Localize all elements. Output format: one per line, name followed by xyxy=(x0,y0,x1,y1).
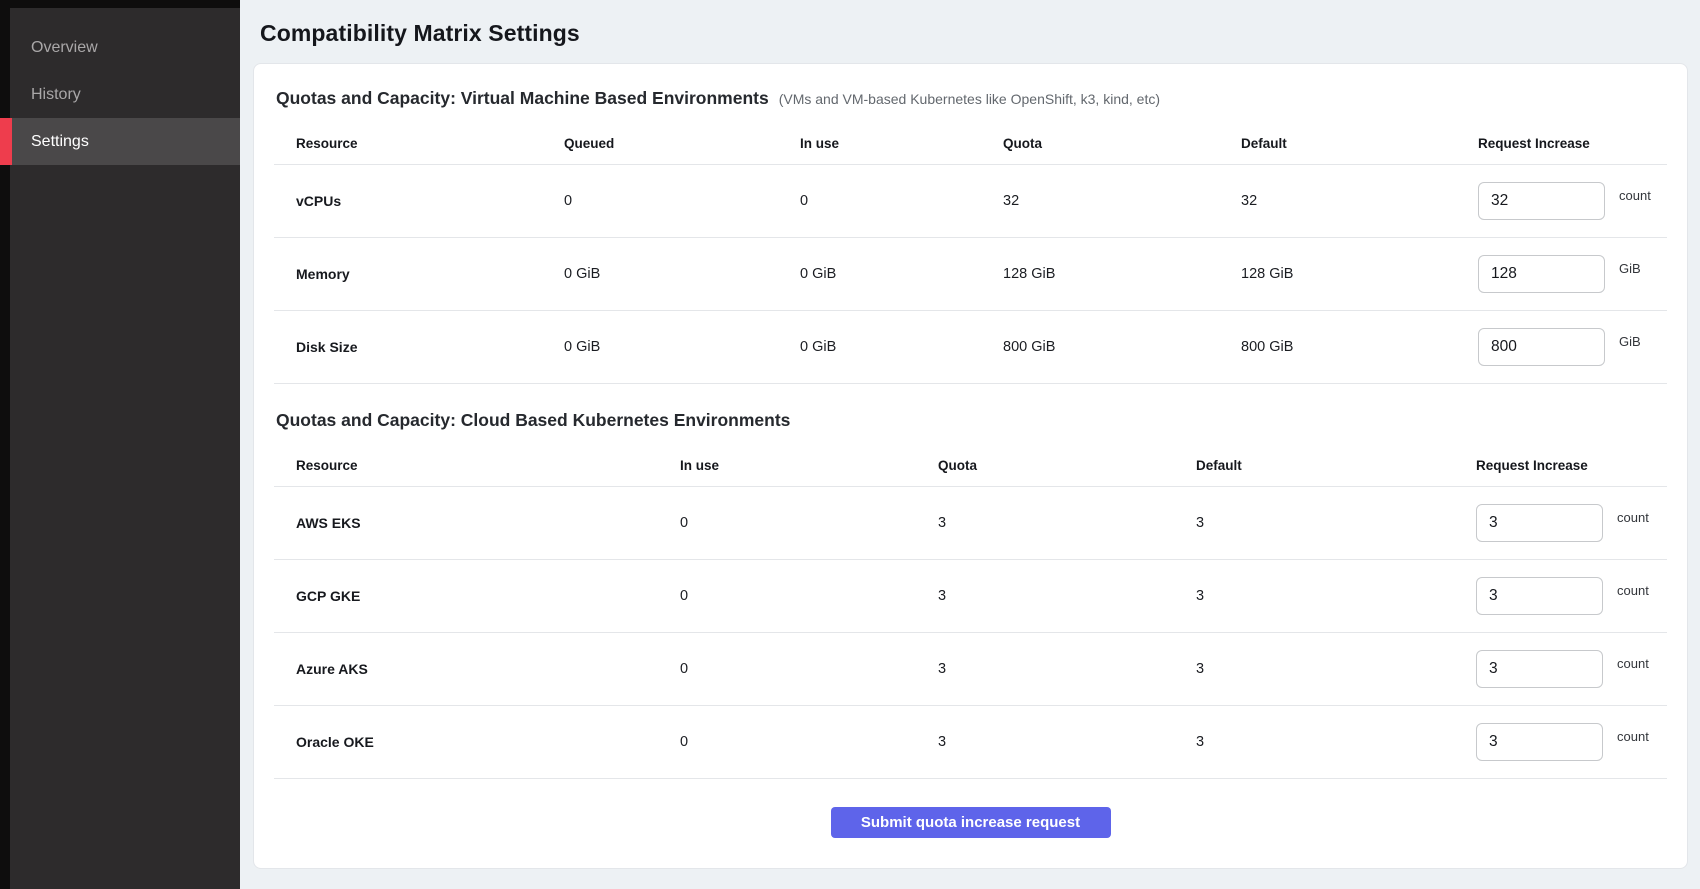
unit-label: count xyxy=(1619,188,1651,203)
card-footer: Submit quota increase request xyxy=(274,779,1667,852)
quota-value: 800 GiB xyxy=(1003,339,1241,355)
quota-value: 3 xyxy=(938,588,1196,604)
vm-section-title: Quotas and Capacity: Virtual Machine Bas… xyxy=(276,88,769,109)
unit-label: count xyxy=(1617,729,1649,744)
request-increase-cell: GiB xyxy=(1478,255,1667,293)
queued-value: 0 xyxy=(564,193,800,209)
aws-eks-request-input[interactable] xyxy=(1476,504,1603,542)
column-header-in-use: In use xyxy=(680,458,938,473)
column-header-quota: Quota xyxy=(1003,136,1241,151)
sidebar-nav: Overview History Settings xyxy=(0,8,240,165)
vm-quota-table: Resource Queued In use Quota Default Req… xyxy=(274,123,1667,384)
request-increase-cell: count xyxy=(1476,577,1667,615)
in-use-value: 0 xyxy=(680,588,938,604)
column-header-default: Default xyxy=(1196,458,1476,473)
resource-name: GCP GKE xyxy=(296,588,680,604)
request-increase-cell: GiB xyxy=(1478,328,1667,366)
table-row-gcp-gke: GCP GKE 0 3 3 count xyxy=(274,560,1667,633)
quota-value: 128 GiB xyxy=(1003,266,1241,282)
cloud-quota-table: Resource In use Quota Default Request In… xyxy=(274,445,1667,779)
unit-label: GiB xyxy=(1619,334,1641,349)
quota-value: 32 xyxy=(1003,193,1241,209)
sidebar-item-label: History xyxy=(31,86,81,104)
default-value: 128 GiB xyxy=(1241,266,1478,282)
in-use-value: 0 xyxy=(680,661,938,677)
table-row-aws-eks: AWS EKS 0 3 3 count xyxy=(274,487,1667,560)
vm-section-subtitle: (VMs and VM-based Kubernetes like OpenSh… xyxy=(779,91,1160,107)
vm-section-header: Quotas and Capacity: Virtual Machine Bas… xyxy=(276,88,1667,109)
column-header-resource: Resource xyxy=(296,136,564,151)
quota-value: 3 xyxy=(938,515,1196,531)
unit-label: count xyxy=(1617,656,1649,671)
in-use-value: 0 xyxy=(800,193,1003,209)
request-increase-cell: count xyxy=(1476,723,1667,761)
column-header-quota: Quota xyxy=(938,458,1196,473)
default-value: 800 GiB xyxy=(1241,339,1478,355)
table-row-disk-size: Disk Size 0 GiB 0 GiB 800 GiB 800 GiB Gi… xyxy=(274,311,1667,384)
oracle-oke-request-input[interactable] xyxy=(1476,723,1603,761)
table-row-memory: Memory 0 GiB 0 GiB 128 GiB 128 GiB GiB xyxy=(274,238,1667,311)
sidebar-item-overview[interactable]: Overview xyxy=(0,24,240,71)
page-title: Compatibility Matrix Settings xyxy=(260,20,1688,47)
request-increase-cell: count xyxy=(1476,650,1667,688)
column-header-request-increase: Request Increase xyxy=(1478,136,1667,151)
sidebar-item-settings[interactable]: Settings xyxy=(0,118,240,165)
sidebar: Overview History Settings xyxy=(0,0,240,889)
unit-label: count xyxy=(1617,510,1649,525)
table-row-vcpus: vCPUs 0 0 32 32 count xyxy=(274,165,1667,238)
table-row-azure-aks: Azure AKS 0 3 3 count xyxy=(274,633,1667,706)
column-header-default: Default xyxy=(1241,136,1478,151)
column-header-in-use: In use xyxy=(800,136,1003,151)
default-value: 3 xyxy=(1196,734,1476,750)
in-use-value: 0 xyxy=(680,515,938,531)
quota-value: 3 xyxy=(938,734,1196,750)
submit-quota-increase-button[interactable]: Submit quota increase request xyxy=(831,807,1111,838)
in-use-value: 0 GiB xyxy=(800,266,1003,282)
resource-name: Azure AKS xyxy=(296,661,680,677)
quota-value: 3 xyxy=(938,661,1196,677)
resource-name: vCPUs xyxy=(296,193,564,209)
in-use-value: 0 GiB xyxy=(800,339,1003,355)
cloud-table-header-row: Resource In use Quota Default Request In… xyxy=(274,445,1667,487)
resource-name: AWS EKS xyxy=(296,515,680,531)
default-value: 32 xyxy=(1241,193,1478,209)
sidebar-item-label: Overview xyxy=(31,39,98,57)
cloud-section-header: Quotas and Capacity: Cloud Based Kuberne… xyxy=(276,410,1667,431)
gcp-gke-request-input[interactable] xyxy=(1476,577,1603,615)
vcpus-request-input[interactable] xyxy=(1478,182,1605,220)
unit-label: GiB xyxy=(1619,261,1641,276)
column-header-request-increase: Request Increase xyxy=(1476,458,1667,473)
queued-value: 0 GiB xyxy=(564,339,800,355)
default-value: 3 xyxy=(1196,588,1476,604)
sidebar-item-history[interactable]: History xyxy=(0,71,240,118)
column-header-resource: Resource xyxy=(296,458,680,473)
sidebar-item-label: Settings xyxy=(31,133,89,151)
queued-value: 0 GiB xyxy=(564,266,800,282)
default-value: 3 xyxy=(1196,515,1476,531)
default-value: 3 xyxy=(1196,661,1476,677)
vm-table-header-row: Resource Queued In use Quota Default Req… xyxy=(274,123,1667,165)
resource-name: Oracle OKE xyxy=(296,734,680,750)
resource-name: Memory xyxy=(296,266,564,282)
unit-label: count xyxy=(1617,583,1649,598)
active-indicator-bar xyxy=(0,118,12,165)
cloud-section-title: Quotas and Capacity: Cloud Based Kuberne… xyxy=(276,410,790,431)
memory-request-input[interactable] xyxy=(1478,255,1605,293)
azure-aks-request-input[interactable] xyxy=(1476,650,1603,688)
main-content: Compatibility Matrix Settings Quotas and… xyxy=(240,0,1700,889)
settings-card: Quotas and Capacity: Virtual Machine Bas… xyxy=(253,63,1688,869)
column-header-queued: Queued xyxy=(564,136,800,151)
request-increase-cell: count xyxy=(1478,182,1667,220)
table-row-oracle-oke: Oracle OKE 0 3 3 count xyxy=(274,706,1667,779)
resource-name: Disk Size xyxy=(296,339,564,355)
in-use-value: 0 xyxy=(680,734,938,750)
request-increase-cell: count xyxy=(1476,504,1667,542)
disk-size-request-input[interactable] xyxy=(1478,328,1605,366)
